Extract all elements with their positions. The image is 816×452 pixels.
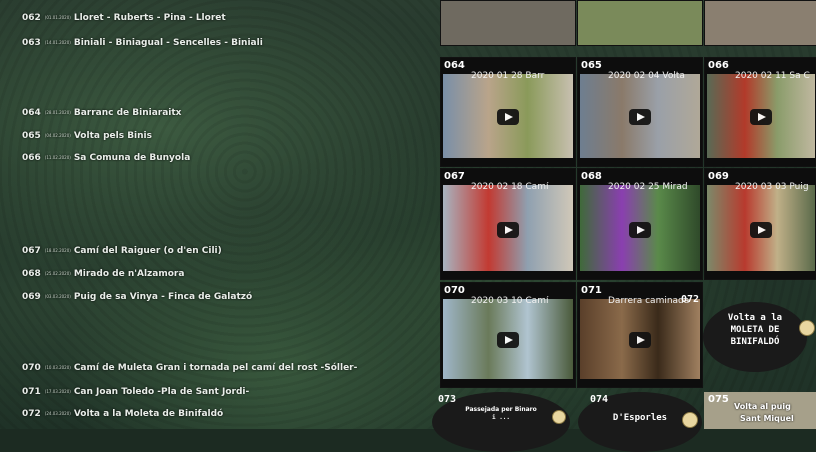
play-icon[interactable] xyxy=(629,332,651,349)
list-item[interactable]: 070 (10.03.2020) Camí de Muleta Gran i tor… xyxy=(22,363,357,373)
item-number: 067 xyxy=(22,246,41,256)
item-title[interactable]: Camí de Muleta Gran i tornada pel camí d… xyxy=(74,363,358,373)
item-date: (25.02.2020) xyxy=(44,271,71,276)
item-number: 065 xyxy=(22,131,41,141)
item-title[interactable]: Puig de sa Vinya - Finca de Galatzó xyxy=(74,292,252,302)
item-title[interactable]: Can Joan Toledo -Pla de Sant Jordi- xyxy=(74,387,249,397)
video-title[interactable]: 2020 02 11 Sa C xyxy=(735,71,816,81)
video-tile-partial[interactable] xyxy=(440,0,576,46)
play-icon[interactable] xyxy=(750,221,772,238)
list-item[interactable]: 071 (17.03.2020) Can Joan Toledo -Pla de S… xyxy=(22,387,249,397)
video-title[interactable]: 2020 02 25 Mirad xyxy=(608,182,698,192)
item-date: (18.02.2020) xyxy=(44,248,71,253)
item-number: 064 xyxy=(22,108,41,118)
card-line: BINIFALDÓ xyxy=(730,337,780,347)
list-item[interactable]: 065 (04.02.2020) Volta pels Binis xyxy=(22,131,152,141)
item-number: 066 xyxy=(22,153,41,163)
item-date: (17.03.2020) xyxy=(44,389,71,394)
list-item[interactable]: 062 (01.01.2020) Lloret - Ruberts - Pina -… xyxy=(22,13,226,23)
item-number: 071 xyxy=(22,387,41,397)
video-tile[interactable]: 064 2020 01 28 Barr xyxy=(440,57,576,167)
item-date: (03.03.2020) xyxy=(44,294,71,299)
tile-number: 074 xyxy=(590,394,609,405)
list-item[interactable]: 069 (03.03.2020) Puig de sa Vinya - Finca … xyxy=(22,292,252,302)
video-tile-partial[interactable] xyxy=(704,0,816,46)
video-card-073[interactable]: 073 Passejada per Binaro i ... xyxy=(432,392,570,452)
video-tile-partial[interactable] xyxy=(577,0,703,46)
list-item[interactable]: 068 (25.02.2020) Mirado de n'Alzamora xyxy=(22,269,184,279)
card-line: Volta a la xyxy=(727,313,783,323)
coin-icon xyxy=(682,412,698,428)
item-title[interactable]: Lloret - Ruberts - Pina - Lloret xyxy=(74,13,226,23)
item-date: (14.01.2020) xyxy=(44,40,71,45)
tile-number: 072 xyxy=(681,294,700,305)
play-icon[interactable] xyxy=(629,109,651,126)
video-title[interactable]: 2020 02 18 Camí xyxy=(471,182,561,192)
item-title[interactable]: Volta a la Moleta de Binifaldó xyxy=(74,409,223,419)
video-card-072[interactable]: 072 Volta a la MOLETA DE BINIFALDÓ xyxy=(681,294,815,372)
tile-number: 065 xyxy=(581,60,602,71)
video-card-074[interactable]: 074 D'Esporles xyxy=(578,392,702,452)
video-title[interactable]: 2020 03 03 Puig xyxy=(735,182,816,192)
video-grid: 064 2020 01 28 Barr 065 2020 02 04 Volta 066… xyxy=(432,0,816,452)
tile-number: 066 xyxy=(708,60,729,71)
item-date: (10.03.2020) xyxy=(44,365,71,370)
video-title[interactable]: 2020 02 04 Volta xyxy=(608,71,698,81)
list-item[interactable]: 066 (11.02.2020) Sa Comuna de Bunyola xyxy=(22,153,190,163)
tile-number: 070 xyxy=(444,285,465,296)
card-line: Passejada per Binaro xyxy=(465,406,537,413)
item-title[interactable]: Biniali - Biniagual - Sencelles - Binial… xyxy=(74,38,263,48)
item-title[interactable]: Barranc de Biniaraitx xyxy=(74,108,182,118)
list-item[interactable]: 072 (24.03.2020) Volta a la Moleta de Bini… xyxy=(22,409,223,419)
card-line: MOLETA DE xyxy=(730,325,780,335)
item-title[interactable]: Sa Comuna de Bunyola xyxy=(74,153,190,163)
list-item[interactable]: 067 (18.02.2020) Camí del Raiguer (o d'en … xyxy=(22,246,222,256)
item-date: (28.01.2020) xyxy=(44,110,71,115)
tile-number: 064 xyxy=(444,60,465,71)
item-title[interactable]: Camí del Raiguer (o d'en Cili) xyxy=(74,246,222,256)
video-card-075[interactable]: 075 Volta al puig Sant Miquel xyxy=(704,392,816,429)
video-title[interactable]: 2020 03 10 Camí xyxy=(471,296,561,306)
coin-icon xyxy=(552,410,566,424)
video-tile[interactable]: 066 2020 02 11 Sa C xyxy=(704,57,816,167)
card-line: Sant Miquel xyxy=(740,414,794,423)
play-icon[interactable] xyxy=(497,332,519,349)
tile-number: 073 xyxy=(438,394,457,405)
coin-icon xyxy=(799,320,815,336)
item-number: 062 xyxy=(22,13,41,23)
item-date: (11.02.2020) xyxy=(44,155,71,160)
list-item[interactable]: 064 (28.01.2020) Barranc de Biniaraitx xyxy=(22,108,181,118)
card-line: i ... xyxy=(491,414,511,421)
tile-number: 069 xyxy=(708,171,729,182)
item-date: (04.02.2020) xyxy=(44,133,71,138)
video-tile[interactable]: 067 2020 02 18 Camí xyxy=(440,168,576,280)
video-tile[interactable]: 068 2020 02 25 Mirad xyxy=(577,168,703,280)
list-item[interactable]: 063 (14.01.2020) Biniali - Biniagual - Sen… xyxy=(22,38,263,48)
play-icon[interactable] xyxy=(497,109,519,126)
play-icon[interactable] xyxy=(750,109,772,126)
play-icon[interactable] xyxy=(497,221,519,238)
video-title[interactable]: 2020 01 28 Barr xyxy=(471,71,561,81)
card-line: Volta al puig xyxy=(734,402,791,411)
tile-number: 067 xyxy=(444,171,465,182)
item-number: 068 xyxy=(22,269,41,279)
item-date: (24.03.2020) xyxy=(44,411,71,416)
tile-number: 075 xyxy=(708,394,729,405)
video-tile[interactable]: 065 2020 02 04 Volta xyxy=(577,57,703,167)
video-tile[interactable]: 069 2020 03 03 Puig xyxy=(704,168,816,280)
tile-number: 068 xyxy=(581,171,602,182)
item-number: 069 xyxy=(22,292,41,302)
item-number: 070 xyxy=(22,363,41,373)
item-number: 072 xyxy=(22,409,41,419)
item-title[interactable]: Mirado de n'Alzamora xyxy=(74,269,185,279)
tile-number: 071 xyxy=(581,285,602,296)
video-tile[interactable]: 070 2020 03 10 Camí xyxy=(440,282,576,388)
play-icon[interactable] xyxy=(629,221,651,238)
item-title[interactable]: Volta pels Binis xyxy=(74,131,152,141)
item-date: (01.01.2020) xyxy=(44,15,71,20)
item-number: 063 xyxy=(22,38,41,48)
